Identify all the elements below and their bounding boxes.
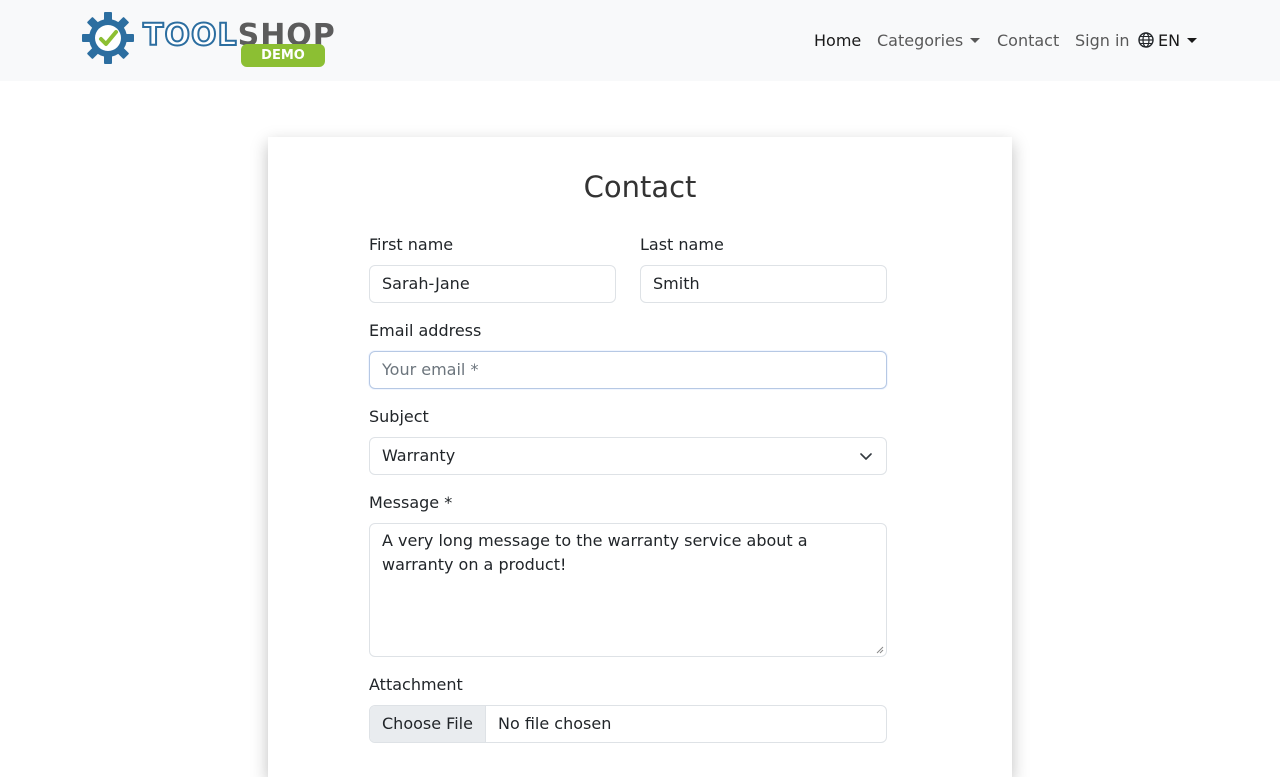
toolshop-logo[interactable]: TOOLSHOP DEMO bbox=[82, 12, 335, 68]
message-textarea[interactable]: A very long message to the warranty serv… bbox=[369, 523, 887, 657]
choose-file-button[interactable]: Choose File bbox=[370, 706, 486, 742]
gear-check-icon bbox=[82, 12, 134, 64]
attachment-label: Attachment bbox=[369, 675, 463, 694]
email-placeholder: Your email * bbox=[382, 360, 479, 379]
email-input[interactable]: Your email * bbox=[369, 351, 887, 389]
navbar: TOOLSHOP DEMO Home Categories Contact Si… bbox=[0, 0, 1280, 81]
subject-label: Subject bbox=[369, 407, 429, 426]
language-dropdown[interactable]: EN bbox=[1138, 29, 1198, 53]
chevron-down-icon bbox=[860, 453, 872, 460]
last-name-input[interactable]: Smith bbox=[640, 265, 887, 303]
message-label: Message * bbox=[369, 493, 453, 512]
globe-icon bbox=[1138, 32, 1154, 48]
file-status-text: No file chosen bbox=[498, 714, 612, 733]
first-name-label: First name bbox=[369, 235, 454, 254]
first-name-input[interactable]: Sarah-Jane bbox=[369, 265, 616, 303]
resize-handle-icon[interactable] bbox=[876, 646, 884, 654]
nav-contact-link[interactable]: Contact bbox=[997, 29, 1059, 53]
nav-sign-in-link[interactable]: Sign in bbox=[1075, 29, 1130, 53]
nav-home-link[interactable]: Home bbox=[814, 29, 861, 53]
demo-badge: DEMO bbox=[241, 44, 325, 67]
email-label: Email address bbox=[369, 321, 482, 340]
subject-select[interactable]: Warranty bbox=[369, 437, 887, 475]
caret-down-icon bbox=[970, 38, 981, 43]
nav-categories-dropdown[interactable]: Categories bbox=[877, 29, 981, 53]
caret-down-icon bbox=[1187, 38, 1198, 43]
page-title: Contact bbox=[583, 170, 697, 204]
attachment-file-input[interactable]: Choose File No file chosen bbox=[369, 705, 887, 743]
last-name-label: Last name bbox=[640, 235, 724, 254]
